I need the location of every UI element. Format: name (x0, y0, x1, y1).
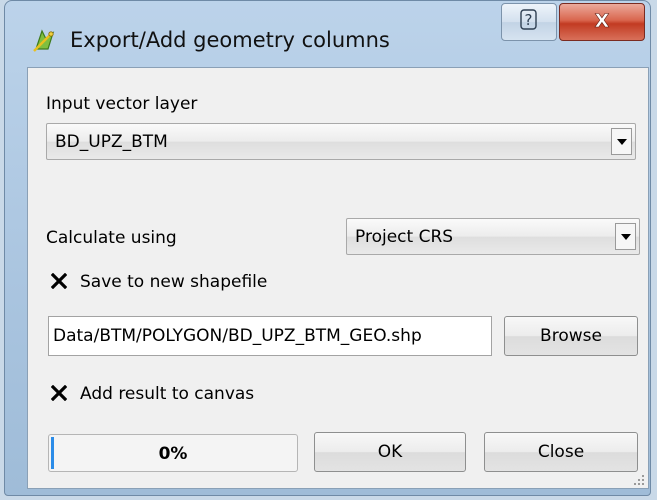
qgis-geometry-icon (31, 27, 57, 53)
help-icon: ? (518, 8, 540, 36)
save-new-shapefile-label: Save to new shapefile (80, 272, 268, 292)
svg-text:?: ? (525, 11, 533, 29)
svg-text:X: X (595, 10, 610, 30)
calculate-using-label: Calculate using (46, 228, 177, 248)
chevron-down-icon (615, 223, 636, 250)
dialog-content: Input vector layer BD_UPZ_BTM Calculate … (27, 67, 649, 489)
chevron-down-icon (611, 128, 632, 155)
save-new-shapefile-checkbox[interactable] (50, 272, 68, 293)
progress-text: 0% (158, 444, 188, 464)
help-button[interactable]: ? (501, 3, 557, 41)
calculate-using-value: Project CRS (355, 227, 454, 247)
input-layer-select[interactable]: BD_UPZ_BTM (46, 123, 636, 160)
input-layer-value: BD_UPZ_BTM (55, 132, 168, 152)
resize-grip-icon[interactable] (631, 471, 645, 485)
window-close-button[interactable]: X (559, 3, 645, 41)
close-icon: X (590, 10, 614, 34)
window-title: Export/Add geometry columns (70, 28, 390, 52)
ok-button[interactable]: OK (314, 432, 466, 472)
output-path-field[interactable]: Data/BTM/POLYGON/BD_UPZ_BTM_GEO.shp (48, 316, 492, 356)
progress-bar: 0% (48, 434, 298, 472)
browse-button[interactable]: Browse (504, 316, 638, 356)
check-x-icon (50, 384, 68, 405)
close-button[interactable]: Close (484, 432, 638, 472)
add-to-canvas-checkbox[interactable] (50, 384, 68, 405)
input-layer-label: Input vector layer (46, 94, 198, 114)
check-x-icon (50, 272, 68, 293)
add-to-canvas-label: Add result to canvas (80, 384, 255, 404)
calculate-using-select[interactable]: Project CRS (346, 218, 640, 255)
dialog-window: Export/Add geometry columns ? X Input ve… (4, 0, 651, 496)
